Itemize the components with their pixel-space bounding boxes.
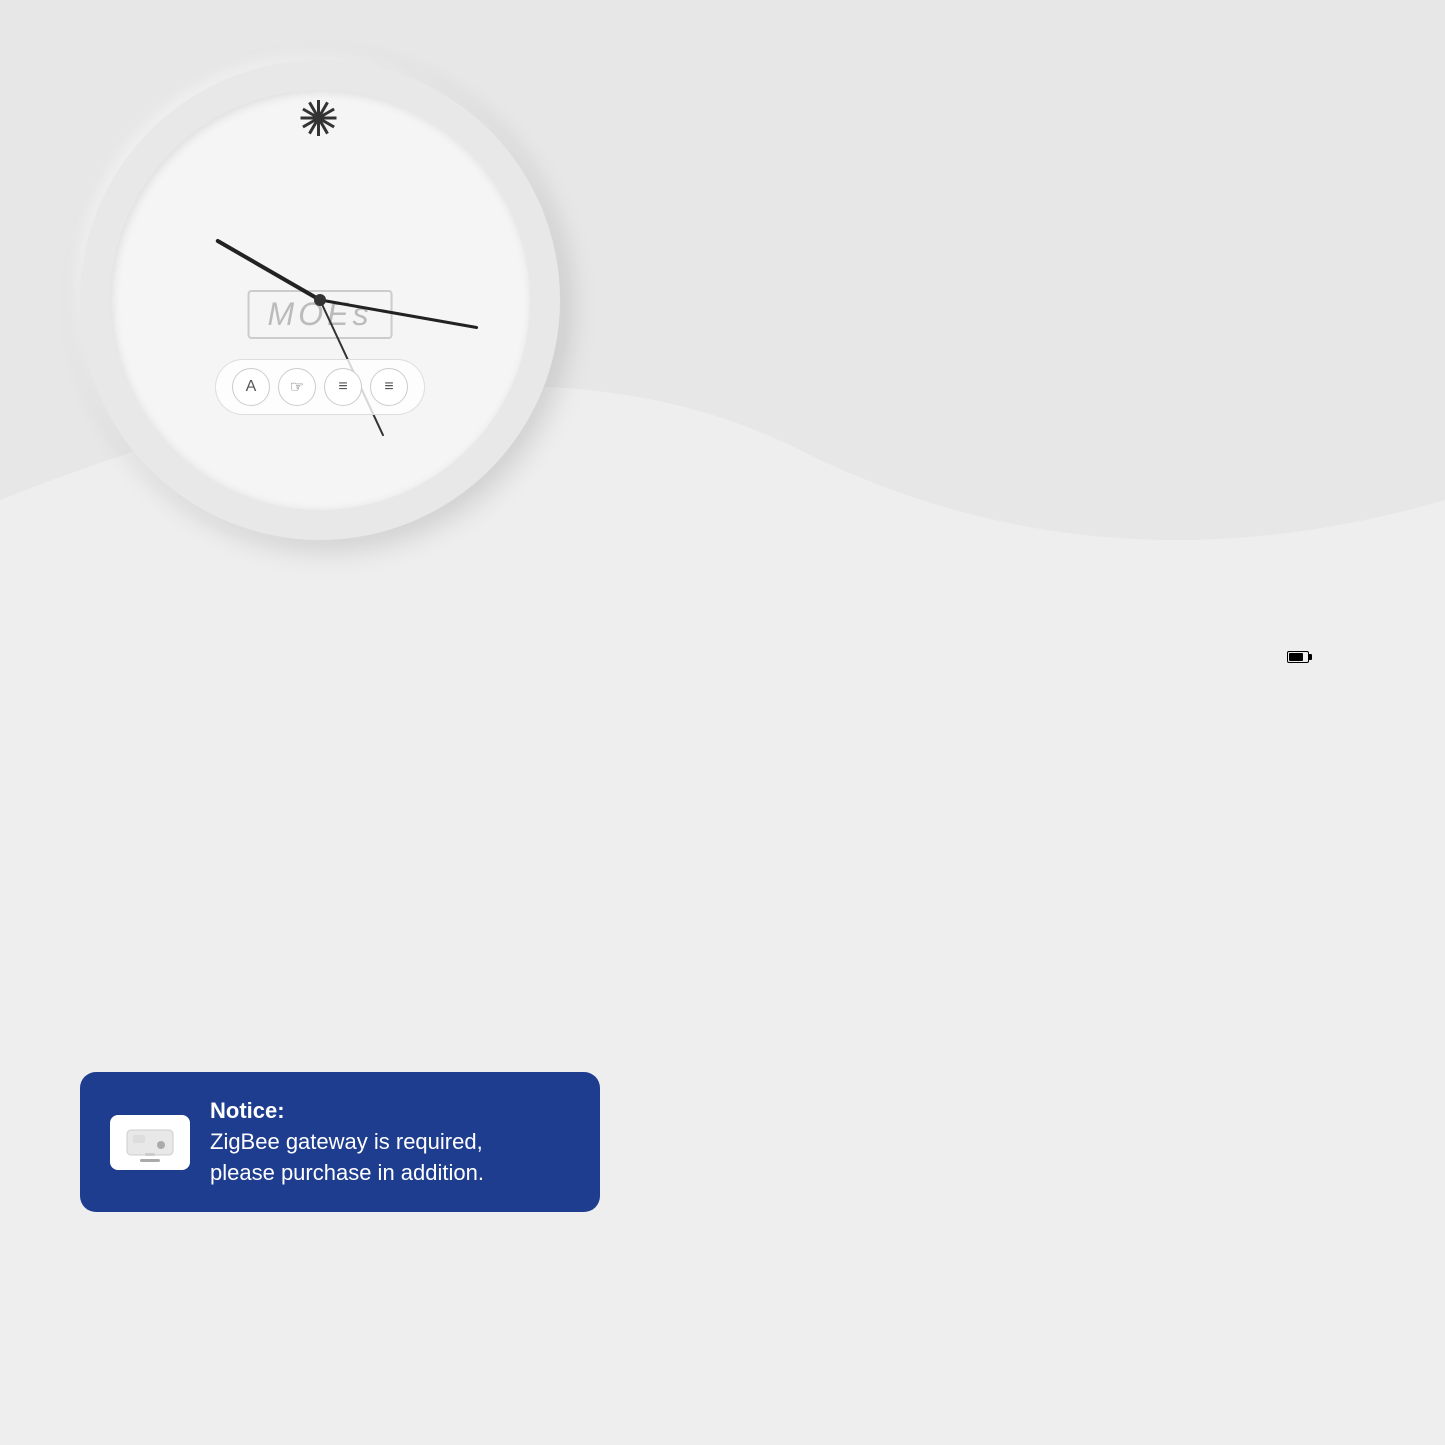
clock-btn-auto[interactable]: A [232,368,270,406]
notice-box: Notice: ZigBee gateway is required,pleas… [80,1072,600,1212]
zigbee-gateway-icon [110,1115,190,1170]
clock-buttons: A ☞ ≡ ≡ [215,359,425,415]
clock-btn-manual[interactable]: ☞ [278,368,316,406]
clock-center [314,294,326,306]
clock-btn-mode2[interactable]: ≡ [370,368,408,406]
clock-display: MOEs A ☞ ≡ ≡ [80,60,560,540]
battery-icon [1287,651,1309,663]
notice-text: Notice: ZigBee gateway is required,pleas… [210,1096,484,1188]
clock-btn-mode1[interactable]: ≡ [324,368,362,406]
